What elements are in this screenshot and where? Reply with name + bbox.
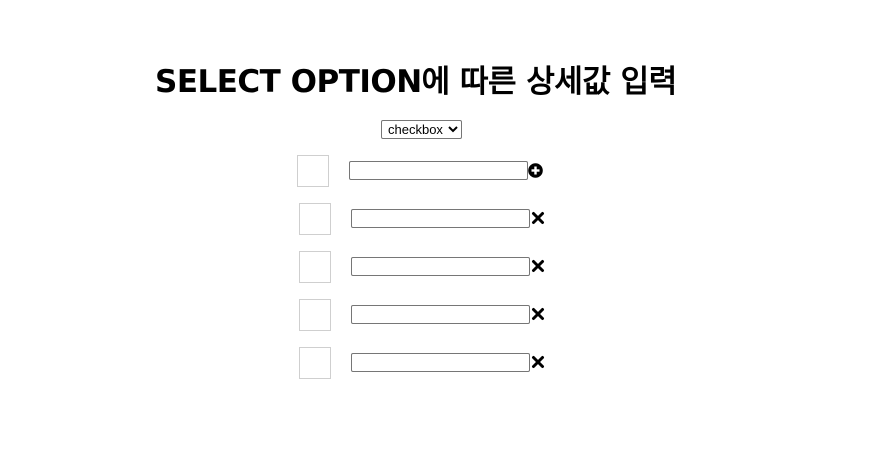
option-value-input[interactable]	[351, 209, 530, 228]
option-value-input[interactable]	[349, 161, 528, 180]
option-row	[299, 347, 559, 381]
option-row	[299, 299, 559, 333]
option-value-input[interactable]	[351, 257, 530, 276]
close-icon[interactable]	[531, 259, 545, 273]
page: SELECT OPTION에 따른 상세값 입력 checkbox	[0, 0, 871, 459]
close-icon[interactable]	[531, 307, 545, 321]
page-title: SELECT OPTION에 따른 상세값 입력	[155, 64, 677, 100]
checkbox-preview[interactable]	[297, 155, 329, 187]
checkbox-preview[interactable]	[299, 347, 331, 379]
close-icon[interactable]	[531, 355, 545, 369]
plus-circle-icon[interactable]	[528, 163, 543, 178]
option-value-input[interactable]	[351, 305, 530, 324]
close-icon[interactable]	[531, 211, 545, 225]
option-row	[297, 155, 557, 189]
option-row	[299, 251, 559, 285]
checkbox-preview[interactable]	[299, 203, 331, 235]
option-row	[299, 203, 559, 237]
checkbox-preview[interactable]	[299, 299, 331, 331]
option-value-input[interactable]	[351, 353, 530, 372]
checkbox-preview[interactable]	[299, 251, 331, 283]
option-type-select[interactable]: checkbox	[381, 120, 462, 139]
